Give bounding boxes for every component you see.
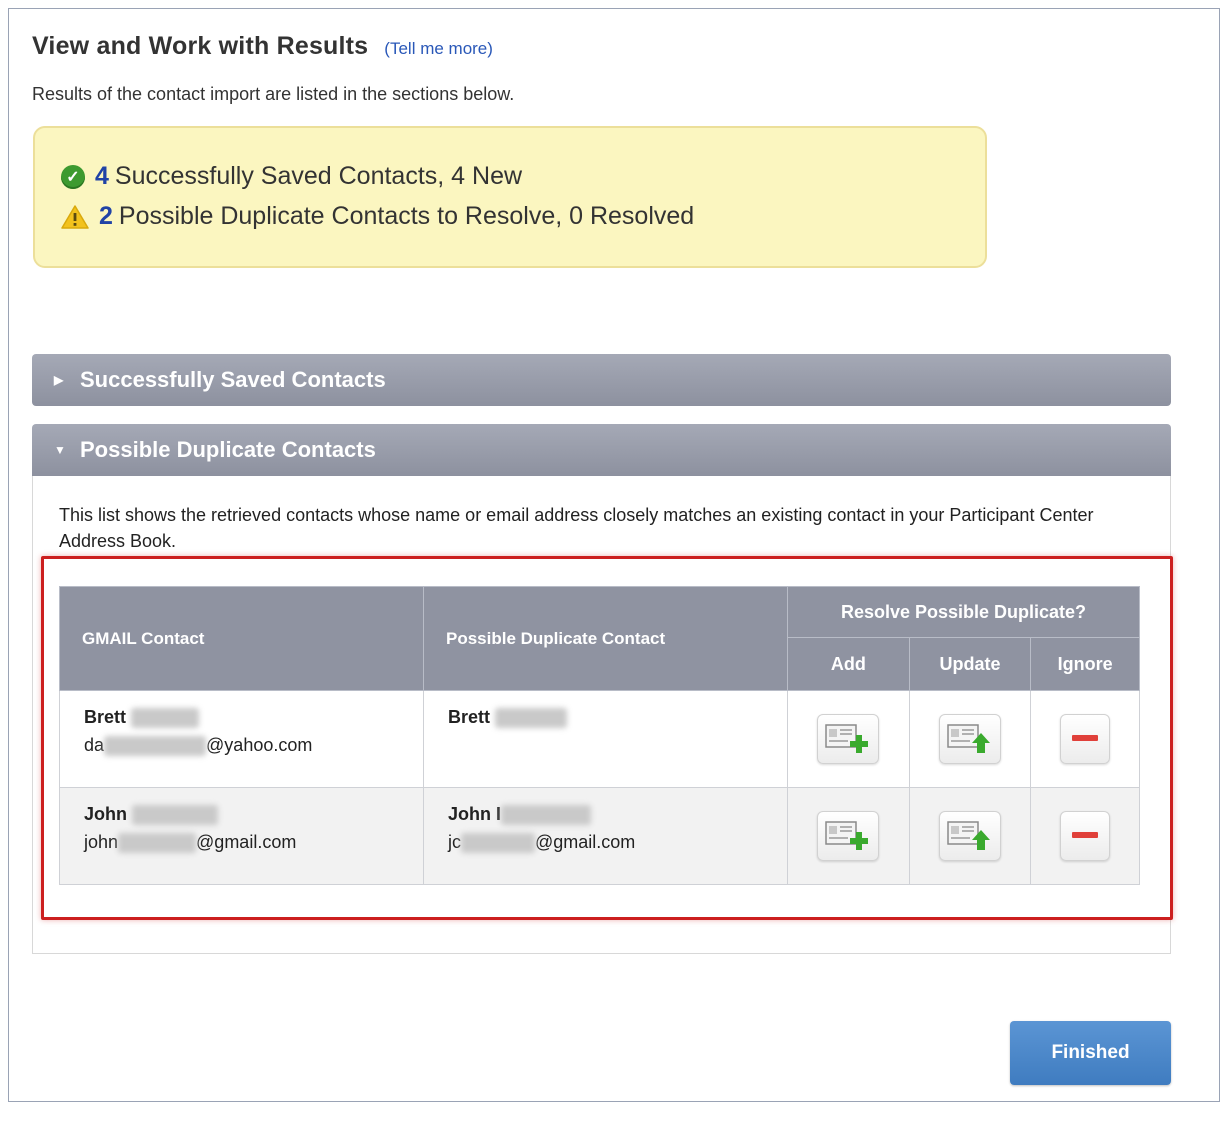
col-header-update: Update bbox=[908, 637, 1032, 691]
page-title: View and Work with Results bbox=[32, 32, 369, 60]
results-summary-box: ✓ 4 Successfully Saved Contacts, 4 New 2… bbox=[33, 126, 987, 268]
redacted-text bbox=[132, 805, 219, 826]
redacted-text bbox=[501, 805, 591, 826]
duplicates-summary-text: Possible Duplicate Contacts to Resolve, … bbox=[118, 202, 695, 230]
ignore-cell bbox=[1030, 787, 1140, 885]
col-header-gmail-contact: GMAIL Contact bbox=[59, 586, 424, 691]
redacted-text bbox=[118, 833, 197, 854]
gmail-contact-name: Brett bbox=[84, 707, 127, 727]
tell-me-more-link[interactable]: (Tell me more) bbox=[384, 39, 493, 59]
saved-summary-text: Successfully Saved Contacts, 4 New bbox=[114, 162, 523, 190]
title-row: View and Work with Results (Tell me more… bbox=[32, 32, 493, 61]
duplicates-summary-line: 2 Possible Duplicate Contacts to Resolve… bbox=[61, 202, 694, 231]
col-header-resolve-group: Resolve Possible Duplicate? bbox=[787, 586, 1140, 638]
saved-summary-line: ✓ 4 Successfully Saved Contacts, 4 New bbox=[61, 162, 522, 191]
duplicate-contact-name: John I bbox=[448, 804, 501, 824]
gmail-contact-email-suffix: @gmail.com bbox=[196, 832, 297, 852]
gmail-contact-cell: John john @gmail.com bbox=[59, 787, 424, 885]
col-header-ignore: Ignore bbox=[1030, 637, 1140, 691]
redacted-text bbox=[495, 708, 568, 729]
gmail-contact-email-prefix: da bbox=[84, 735, 105, 755]
saved-contacts-section-label: Successfully Saved Contacts bbox=[80, 367, 386, 392]
caret-right-icon: ▶ bbox=[54, 373, 64, 387]
duplicate-contact-cell: Brett bbox=[423, 690, 788, 788]
duplicates-table: GMAIL Contact Possible Duplicate Contact… bbox=[59, 586, 1140, 885]
gmail-contact-name: John bbox=[84, 804, 127, 824]
duplicate-contact-name: Brett bbox=[448, 707, 491, 727]
warning-icon bbox=[61, 204, 89, 229]
col-header-add: Add bbox=[787, 637, 910, 691]
table-row: John john @gmail.com John I jc @gmail.com bbox=[59, 787, 1140, 885]
update-cell bbox=[908, 787, 1032, 885]
update-contact-button[interactable] bbox=[939, 811, 1001, 861]
add-cell bbox=[787, 690, 910, 788]
add-contact-button[interactable] bbox=[817, 811, 880, 861]
minus-icon bbox=[1072, 832, 1099, 838]
page-subtitle: Results of the contact import are listed… bbox=[32, 84, 515, 104]
finished-button[interactable]: Finished bbox=[1010, 1021, 1171, 1085]
gmail-contact-email-prefix: john bbox=[84, 832, 119, 852]
col-header-possible-duplicate: Possible Duplicate Contact bbox=[423, 586, 788, 691]
add-contact-icon bbox=[825, 821, 869, 850]
update-contact-icon bbox=[947, 821, 990, 850]
ignore-cell bbox=[1030, 690, 1140, 788]
ignore-contact-button[interactable] bbox=[1060, 714, 1111, 764]
gmail-contact-cell: Brett da @yahoo.com bbox=[59, 690, 424, 788]
redacted-text bbox=[131, 708, 200, 729]
update-contact-button[interactable] bbox=[939, 714, 1001, 764]
ignore-contact-button[interactable] bbox=[1060, 811, 1111, 861]
gmail-contact-email-suffix: @yahoo.com bbox=[206, 735, 313, 755]
table-row: Brett da @yahoo.com Brett bbox=[59, 690, 1140, 788]
redacted-text bbox=[104, 736, 207, 757]
minus-icon bbox=[1072, 735, 1099, 741]
duplicate-contacts-section-label: Possible Duplicate Contacts bbox=[80, 437, 376, 462]
saved-contacts-section-header[interactable]: ▶ Successfully Saved Contacts bbox=[32, 354, 1171, 406]
add-cell bbox=[787, 787, 910, 885]
duplicate-contact-email-prefix: jc bbox=[448, 832, 461, 852]
add-contact-button[interactable] bbox=[817, 714, 880, 764]
duplicate-contact-cell: John I jc @gmail.com bbox=[423, 787, 788, 885]
update-contact-icon bbox=[947, 724, 990, 753]
saved-count[interactable]: 4 bbox=[95, 162, 109, 191]
check-circle-icon: ✓ bbox=[61, 164, 85, 189]
add-contact-icon bbox=[825, 724, 869, 753]
duplicates-count[interactable]: 2 bbox=[99, 202, 113, 231]
update-cell bbox=[908, 690, 1032, 788]
duplicate-contacts-section-header[interactable]: ▼ Possible Duplicate Contacts bbox=[32, 424, 1171, 476]
duplicate-contact-email-suffix: @gmail.com bbox=[535, 832, 636, 852]
redacted-text bbox=[461, 833, 535, 854]
duplicates-description: This list shows the retrieved contacts w… bbox=[59, 505, 1094, 551]
caret-down-icon: ▼ bbox=[54, 443, 66, 457]
